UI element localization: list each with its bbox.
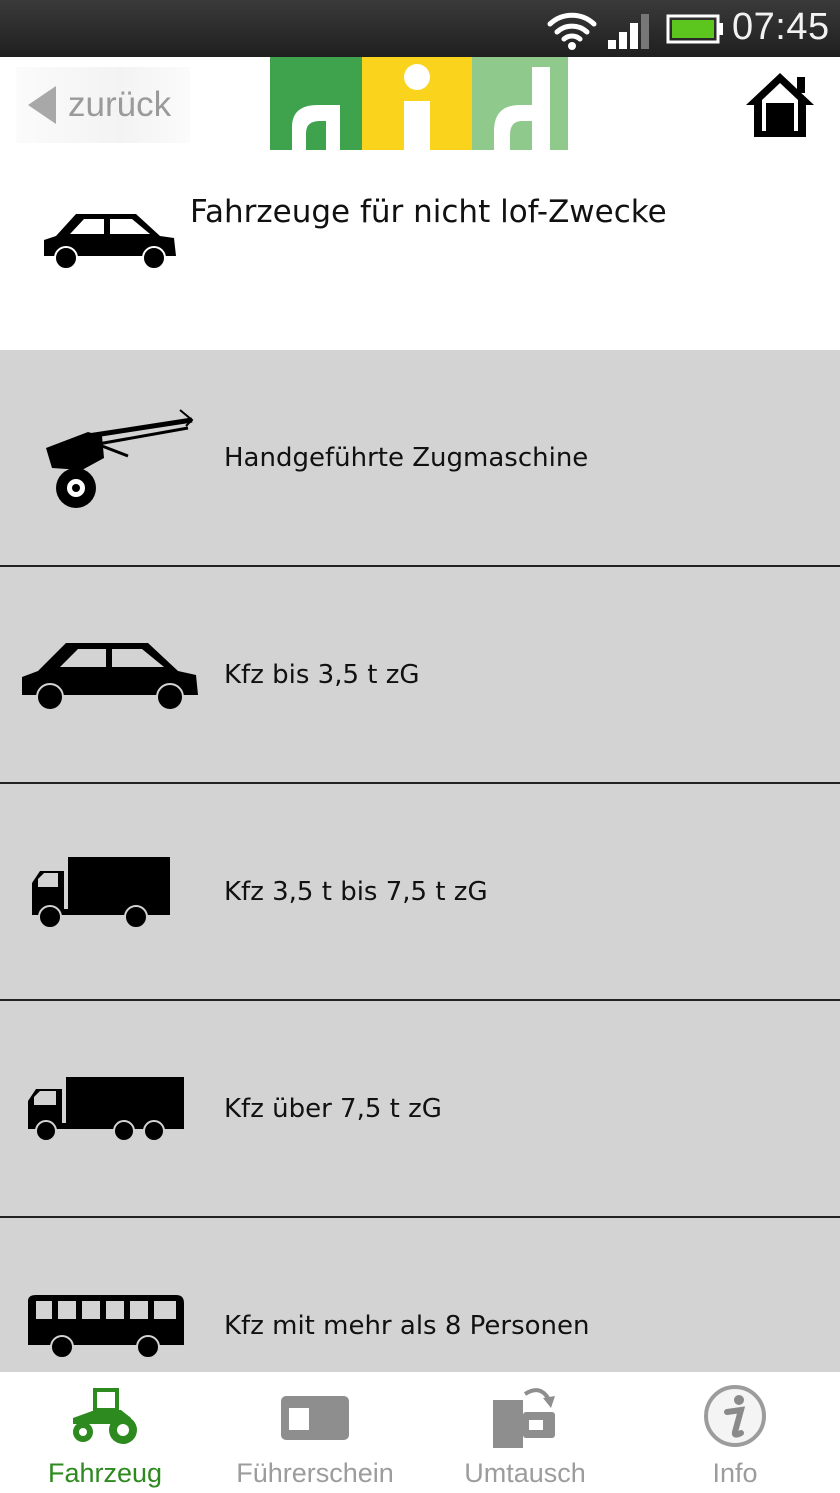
signal-icon bbox=[608, 14, 649, 49]
tab-label: Umtausch bbox=[464, 1458, 586, 1488]
tab-label: Führerschein bbox=[236, 1458, 394, 1488]
bottom-tab-bar: Fahrzeug Führerschein Umtausch Info bbox=[0, 1372, 840, 1493]
status-time: 07:45 bbox=[732, 6, 830, 48]
list-item-label: Handgeführte Zugmaschine bbox=[224, 442, 589, 473]
car-icon bbox=[44, 214, 176, 270]
tab-fahrzeug[interactable]: Fahrzeug bbox=[0, 1372, 210, 1493]
list-item-car[interactable]: Kfz bis 3,5 t zG bbox=[0, 567, 840, 784]
vehicle-list: Handgeführte Zugmaschine Kfz bis 3,5 t z… bbox=[0, 350, 840, 1372]
tab-label: Fahrzeug bbox=[47, 1458, 163, 1488]
tab-fuehrerschein[interactable]: Führerschein bbox=[210, 1372, 420, 1493]
status-bar: 07:45 bbox=[0, 0, 840, 57]
list-item-label: Kfz mit mehr als 8 Personen bbox=[224, 1310, 590, 1341]
tab-info[interactable]: Info bbox=[630, 1372, 840, 1493]
walking-tractor-icon bbox=[46, 408, 194, 508]
tab-label: Info bbox=[712, 1458, 758, 1488]
aid-logo bbox=[270, 57, 568, 150]
tab-umtausch[interactable]: Umtausch bbox=[420, 1372, 630, 1493]
back-button[interactable]: zurück bbox=[16, 67, 190, 143]
list-item-label: Kfz bis 3,5 t zG bbox=[224, 659, 420, 690]
list-item-truck[interactable]: Kfz 3,5 t bis 7,5 t zG bbox=[0, 784, 840, 1001]
wifi-icon bbox=[547, 12, 597, 50]
bus-icon bbox=[28, 1294, 184, 1359]
battery-icon bbox=[666, 14, 723, 44]
page-title: Fahrzeuge für nicht lof-Zwecke bbox=[190, 194, 667, 230]
home-icon[interactable] bbox=[744, 69, 816, 141]
exchange-icon bbox=[493, 1388, 555, 1448]
license-card-icon bbox=[281, 1396, 349, 1440]
back-label: zurück bbox=[68, 85, 172, 124]
info-icon bbox=[704, 1385, 766, 1447]
large-truck-icon bbox=[28, 1076, 184, 1142]
list-item-bus[interactable]: Kfz mit mehr als 8 Personen bbox=[0, 1218, 840, 1372]
header: zurück bbox=[0, 57, 840, 150]
car-icon bbox=[22, 642, 198, 711]
list-item-label: Kfz über 7,5 t zG bbox=[224, 1093, 442, 1124]
back-arrow-icon bbox=[28, 86, 56, 124]
page-title-row: Fahrzeuge für nicht lof-Zwecke bbox=[0, 150, 840, 350]
list-item-large-truck[interactable]: Kfz über 7,5 t zG bbox=[0, 1001, 840, 1218]
list-item-walking-tractor[interactable]: Handgeführte Zugmaschine bbox=[0, 350, 840, 567]
tractor-icon bbox=[73, 1388, 137, 1444]
truck-icon bbox=[32, 856, 170, 929]
list-item-label: Kfz 3,5 t bis 7,5 t zG bbox=[224, 876, 488, 907]
